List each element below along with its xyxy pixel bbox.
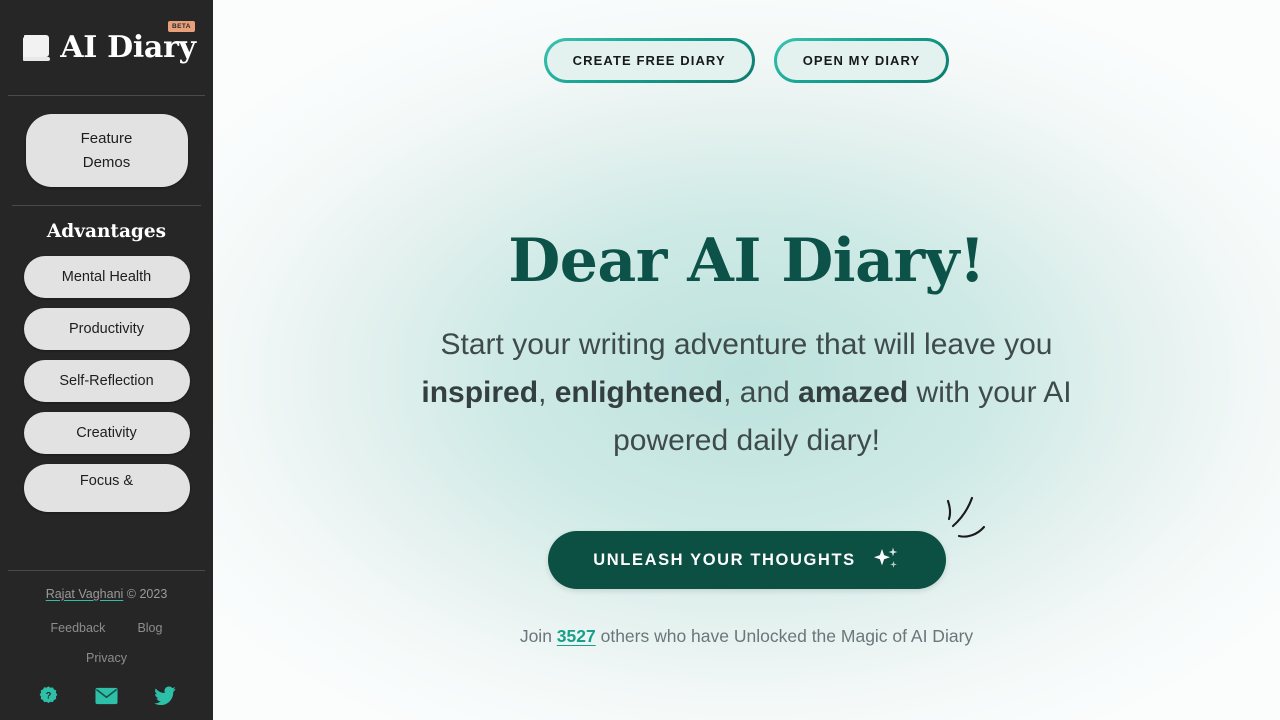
sidebar-item-label: Mental Health: [61, 269, 152, 285]
sidebar-item-label: Self-Reflection: [59, 373, 154, 389]
brand-name: AI Diary: [60, 29, 196, 65]
hero-subtitle: Start your writing adventure that will l…: [397, 321, 1097, 465]
footer-links: Feedback Blog: [0, 621, 213, 635]
author-link[interactable]: Rajat Vaghani: [46, 587, 124, 601]
sidebar-item-label: Focus &: [79, 473, 134, 489]
sidebar-item-self-reflection[interactable]: Self-Reflection: [23, 360, 190, 402]
hero-sub-part1: Start your writing adventure that will l…: [440, 328, 1053, 361]
hero-sub-sep2: , and: [723, 376, 799, 409]
sidebar-section-title: Advantages: [46, 221, 167, 242]
sidebar-item-feature-demos[interactable]: Feature Demos: [25, 114, 188, 187]
advantages-divider: [12, 205, 201, 206]
page-title: Dear AI Diary!: [508, 226, 985, 296]
emphasis-doodle-icon: [928, 489, 1006, 572]
brand-logo[interactable]: AI Diary BETA: [0, 0, 213, 95]
create-free-diary-button[interactable]: CREATE FREE DIARY: [543, 38, 755, 83]
hero-sub-bold1: inspired: [421, 376, 539, 409]
open-my-diary-label: OPEN MY DIARY: [776, 41, 947, 80]
social-links: ?: [0, 685, 213, 706]
join-suffix: others who have Unlocked the Magic of AI…: [595, 626, 974, 646]
join-prefix: Join: [519, 626, 557, 646]
create-free-diary-label: CREATE FREE DIARY: [546, 41, 752, 80]
copyright-year: © 2023: [123, 587, 168, 601]
footer-link-feedback[interactable]: Feedback: [51, 621, 106, 635]
email-icon[interactable]: [94, 687, 118, 705]
sidebar-footer: Rajat Vaghani © 2023 Feedback Blog Priva…: [0, 554, 213, 720]
sidebar-item-mental-health[interactable]: Mental Health: [23, 256, 190, 298]
book-icon: [21, 33, 51, 63]
unleash-your-thoughts-button[interactable]: UNLEASH YOUR THOUGHTS: [547, 531, 946, 589]
join-count-line: Join 3527 others who have Unlocked the M…: [520, 626, 973, 647]
sidebar-nav[interactable]: Feature Demos Advantages Mental Health P…: [0, 96, 213, 554]
footer-link-privacy[interactable]: Privacy: [86, 651, 127, 665]
footer-link-blog[interactable]: Blog: [137, 621, 162, 635]
hero-sub-bold2: enlightened: [554, 376, 724, 409]
sidebar-item-label: Productivity: [69, 321, 144, 337]
sidebar: AI Diary BETA Feature Demos Advantages M…: [0, 0, 213, 720]
hero-sub-bold3: amazed: [798, 376, 909, 409]
sidebar-item-creativity[interactable]: Creativity: [23, 412, 190, 454]
help-icon[interactable]: ?: [38, 685, 59, 706]
join-count[interactable]: 3527: [557, 626, 596, 646]
sidebar-item-productivity[interactable]: Productivity: [23, 308, 190, 350]
open-my-diary-button[interactable]: OPEN MY DIARY: [773, 38, 950, 83]
cta-wrapper: UNLEASH YOUR THOUGHTS: [547, 496, 985, 589]
beta-badge: BETA: [168, 21, 195, 32]
main-content: CREATE FREE DIARY OPEN MY DIARY Dear AI …: [213, 0, 1280, 720]
twitter-icon[interactable]: [153, 686, 176, 705]
footer-divider: [8, 570, 205, 571]
feature-demos-line1: Feature: [80, 129, 133, 147]
copyright: Rajat Vaghani © 2023: [0, 587, 213, 601]
hero-sub-sep1: ,: [538, 376, 555, 409]
sparkle-icon: [872, 544, 900, 577]
svg-text:?: ?: [45, 691, 51, 701]
feature-demos-line2: Demos: [82, 153, 131, 171]
top-buttons: CREATE FREE DIARY OPEN MY DIARY: [543, 38, 950, 83]
cta-label: UNLEASH YOUR THOUGHTS: [593, 550, 856, 569]
sidebar-item-focus-clarity[interactable]: Focus &: [23, 464, 190, 512]
footer-privacy: Privacy: [0, 651, 213, 665]
sidebar-item-label: Creativity: [76, 425, 137, 441]
